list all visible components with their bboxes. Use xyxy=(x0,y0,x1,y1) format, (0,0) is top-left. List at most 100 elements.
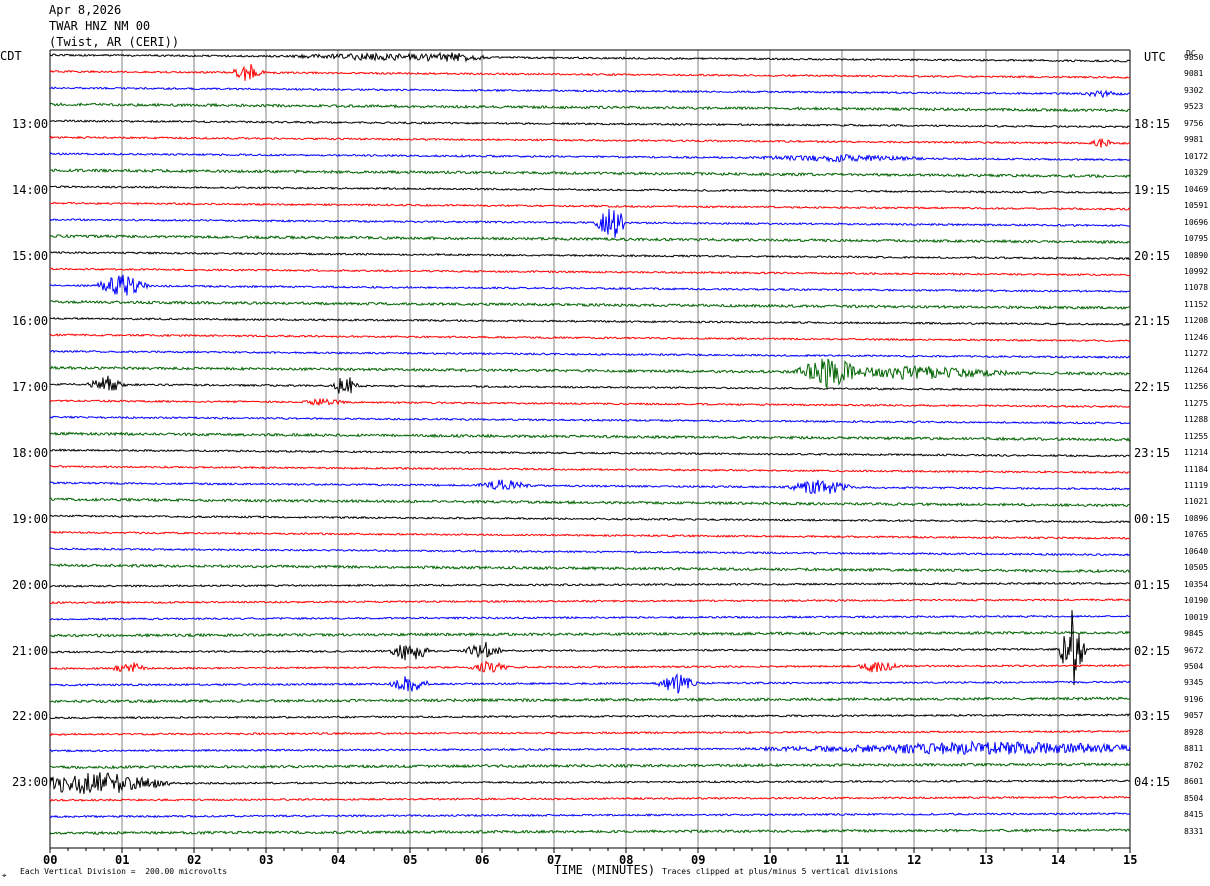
left-time-label: 23:00 xyxy=(12,775,49,790)
x-tick-label: 11 xyxy=(835,853,850,867)
dc-offset-label: 9302 xyxy=(1184,85,1204,95)
left-time-label: 19:00 xyxy=(12,511,49,526)
trace-row-9 xyxy=(50,201,1131,211)
x-tick-label: 10 xyxy=(763,853,778,867)
trace-row-8 xyxy=(49,185,1131,195)
dc-offset-label: 11119 xyxy=(1184,480,1209,490)
dc-offset-label: 10890 xyxy=(1184,250,1209,260)
left-time-label: 22:00 xyxy=(12,709,49,724)
trace-row-38 xyxy=(49,673,1131,694)
dc-offset-label: 9850 xyxy=(1184,53,1204,62)
trace-row-7 xyxy=(49,168,1131,179)
trace-row-14 xyxy=(49,274,1131,296)
x-tick-label: 13 xyxy=(979,853,994,867)
trace-row-31 xyxy=(49,563,1131,574)
x-tick-label: 09 xyxy=(691,853,706,867)
trace-row-20 xyxy=(50,375,1131,394)
trace-row-2 xyxy=(49,86,1131,99)
dc-offset-label: 10765 xyxy=(1184,530,1209,540)
date-label: Apr 8,2026 xyxy=(49,3,122,17)
left-time-label: 15:00 xyxy=(12,248,49,263)
trace-row-44 xyxy=(49,772,1131,795)
trace-row-5 xyxy=(49,135,1131,148)
trace-row-12 xyxy=(49,250,1131,261)
dc-offset-label: 9196 xyxy=(1184,694,1204,704)
dc-offset-label: 11078 xyxy=(1184,283,1209,293)
trace-row-40 xyxy=(49,713,1131,720)
grid-layer xyxy=(49,49,1131,848)
corner-mark: ⌖ xyxy=(2,871,7,880)
right-time-label: 02:15 xyxy=(1134,643,1171,658)
dc-offset-label: 10896 xyxy=(1184,513,1209,523)
right-time-label: 18:15 xyxy=(1134,116,1171,131)
trace-row-28 xyxy=(49,514,1131,524)
trace-row-4 xyxy=(49,119,1131,129)
trace-row-36 xyxy=(49,610,1131,686)
dc-offset-label: 8811 xyxy=(1184,744,1204,754)
dc-offset-label: 11184 xyxy=(1184,464,1209,474)
trace-row-15 xyxy=(49,299,1131,310)
dc-offset-label: 9345 xyxy=(1184,678,1204,688)
dc-offset-label: 10469 xyxy=(1184,184,1209,194)
scale-note: Each Vertical Division = 200.00 microvol… xyxy=(20,867,228,876)
trace-row-22 xyxy=(49,415,1131,425)
trace-row-47 xyxy=(49,827,1131,836)
trace-row-11 xyxy=(49,233,1131,245)
trace-row-45 xyxy=(49,795,1131,802)
trace-row-33 xyxy=(49,598,1131,605)
right-time-label: 01:15 xyxy=(1134,577,1171,592)
clip-note: Traces clipped at plus/minus 5 vertical … xyxy=(662,867,899,876)
dc-offset-label: 9504 xyxy=(1184,662,1204,672)
dc-offset-label: 10190 xyxy=(1184,596,1209,606)
station-label: TWAR HNZ NM 00 xyxy=(49,19,151,33)
trace-row-24 xyxy=(49,448,1130,458)
x-tick-label: 00 xyxy=(43,853,58,867)
trace-row-16 xyxy=(49,316,1131,327)
trace-row-42 xyxy=(49,740,1131,755)
dc-offset-label: 8702 xyxy=(1184,760,1204,770)
trace-row-18 xyxy=(49,349,1131,359)
right-time-label: 03:15 xyxy=(1134,709,1171,724)
dc-offset-label: 11208 xyxy=(1184,316,1209,326)
trace-row-32 xyxy=(49,581,1131,588)
dc-offset-label: 10354 xyxy=(1184,579,1209,589)
x-tick-label: 06 xyxy=(475,853,490,867)
right-time-label: 22:15 xyxy=(1134,380,1171,395)
left-time-label: 18:00 xyxy=(12,446,49,461)
trace-layer xyxy=(49,51,1131,836)
dc-offset-label: 9845 xyxy=(1184,629,1204,639)
dc-offset-label: 8331 xyxy=(1184,826,1204,836)
dc-offset-label: 8504 xyxy=(1184,793,1204,803)
dc-offset-label: 11214 xyxy=(1184,448,1209,458)
dc-offset-label: 11264 xyxy=(1184,365,1209,375)
right-time-label: 20:15 xyxy=(1134,248,1171,263)
x-tick-label: 05 xyxy=(403,853,418,867)
right-time-label: 04:15 xyxy=(1134,775,1171,790)
dc-offset-label: 10591 xyxy=(1184,201,1209,211)
trace-row-25 xyxy=(49,465,1131,474)
dc-offset-label: 11288 xyxy=(1184,415,1209,425)
right-time-label: 19:15 xyxy=(1134,182,1171,197)
left-time-label: 13:00 xyxy=(12,116,49,131)
dc-offset-label: 11246 xyxy=(1184,332,1209,342)
dc-offset-label: 9672 xyxy=(1184,645,1204,655)
dc-offset-label: 11255 xyxy=(1184,431,1209,441)
trace-row-13 xyxy=(49,267,1131,277)
dc-offset-label: 10992 xyxy=(1184,266,1209,276)
right-time-label: 21:15 xyxy=(1134,314,1171,329)
right-zone-label: UTC xyxy=(1144,50,1166,64)
dc-offset-label: 8415 xyxy=(1184,810,1204,820)
trace-row-21 xyxy=(49,398,1131,409)
dc-offset-label: 8928 xyxy=(1184,727,1204,737)
dc-offset-label: 11021 xyxy=(1184,497,1209,507)
trace-row-17 xyxy=(49,333,1131,343)
dc-offset-label: 10329 xyxy=(1184,168,1209,178)
trace-row-0 xyxy=(49,51,1131,63)
x-tick-label: 02 xyxy=(187,853,202,867)
left-time-label: 16:00 xyxy=(12,314,49,329)
x-tick-label: 04 xyxy=(331,853,346,867)
trace-row-30 xyxy=(49,547,1131,557)
trace-row-43 xyxy=(49,762,1131,770)
dc-offset-label: 8601 xyxy=(1184,777,1204,787)
trace-row-19 xyxy=(49,358,1131,390)
